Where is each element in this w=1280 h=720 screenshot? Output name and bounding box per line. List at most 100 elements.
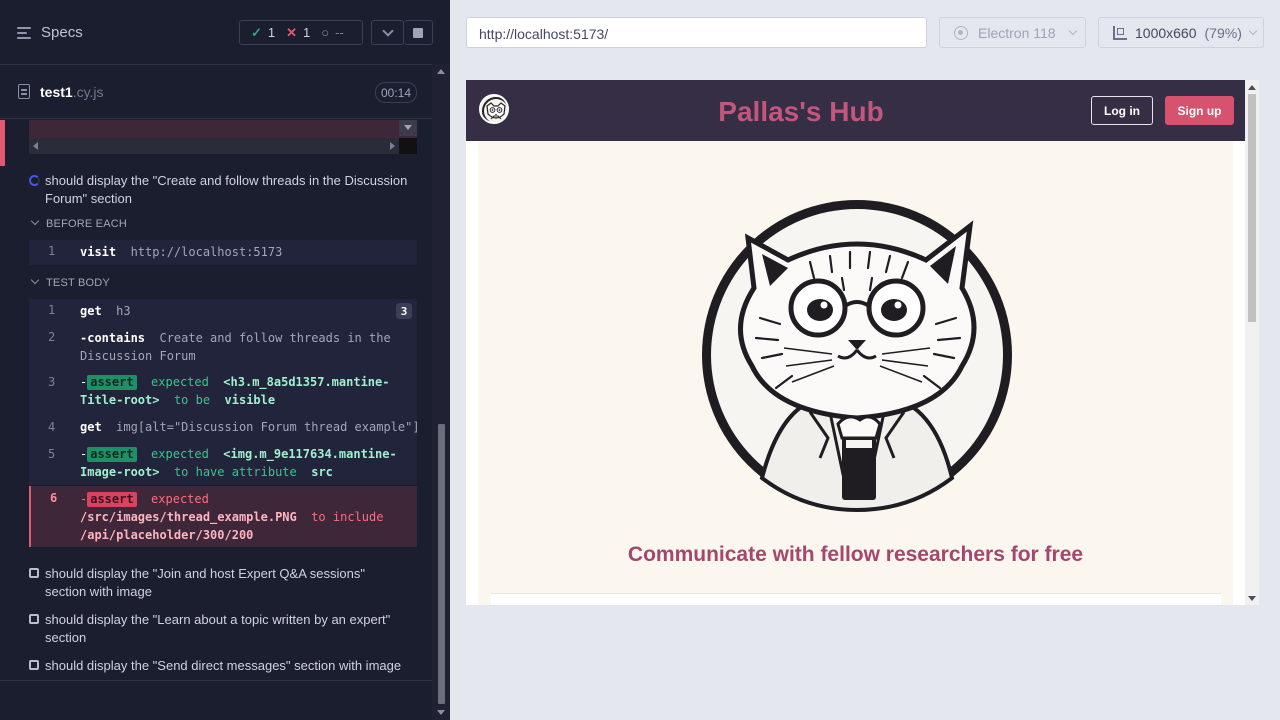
queued-icon bbox=[29, 660, 39, 670]
specs-toggle[interactable]: Specs bbox=[17, 24, 83, 41]
url-bar[interactable]: http://localhost:5173/ bbox=[466, 17, 927, 48]
passed-count: 1 bbox=[267, 25, 276, 40]
hook-label: BEFORE EACH bbox=[46, 218, 128, 230]
command-arg: Create and follow threads in the bbox=[159, 331, 391, 345]
queued-icon bbox=[29, 568, 39, 578]
assert-subject: <h3.m_8a5d1357.mantine- bbox=[223, 375, 390, 389]
pending-count: -- bbox=[335, 25, 344, 40]
file-name: test1 bbox=[40, 84, 73, 100]
scroll-up-arrow[interactable] bbox=[437, 69, 445, 74]
command-number: 3 bbox=[48, 375, 56, 389]
viewport-selector[interactable]: 1000x660 (79%) bbox=[1098, 17, 1264, 48]
running-spinner-icon bbox=[29, 175, 40, 186]
spec-file-name: test1.cy.js bbox=[40, 84, 104, 100]
passed-stat: ✓ 1 bbox=[251, 25, 275, 41]
scrollbar-thumb[interactable] bbox=[438, 424, 445, 704]
command-number: 5 bbox=[48, 447, 56, 461]
scroll-down-arrow[interactable] bbox=[437, 710, 445, 715]
element-count-badge: 3 bbox=[396, 303, 412, 319]
assert-value: visible bbox=[224, 393, 276, 407]
command-number: 6 bbox=[50, 491, 58, 505]
command-arg: http://localhost:5173 bbox=[130, 245, 283, 259]
dropdown-arrow[interactable] bbox=[399, 120, 417, 136]
command-name: get bbox=[80, 420, 102, 434]
browser-selector[interactable]: Electron 118 bbox=[939, 17, 1086, 48]
command-dash: - bbox=[80, 492, 88, 506]
test-item[interactable]: should display the "Send direct messages… bbox=[29, 657, 417, 675]
command-name: get bbox=[80, 304, 102, 318]
spec-file-header: test1.cy.js 00:14 bbox=[0, 65, 432, 119]
before-each-hook[interactable]: BEFORE EACH bbox=[30, 216, 128, 230]
app-scrollbar[interactable] bbox=[1245, 80, 1259, 605]
assert-subject-cont: Image-root> bbox=[80, 465, 160, 479]
failed-stat: ✕ 1 bbox=[286, 25, 310, 41]
signup-button[interactable]: Sign up bbox=[1165, 96, 1234, 125]
assert-value: /api/placeholder/300/200 bbox=[80, 528, 254, 542]
command-row[interactable]: 1 visit http://localhost:5173 bbox=[29, 240, 417, 265]
test-body-hook[interactable]: TEST BODY bbox=[30, 275, 110, 289]
specs-label: Specs bbox=[41, 24, 83, 41]
check-icon: ✓ bbox=[251, 24, 262, 40]
failed-indicator bbox=[0, 120, 5, 166]
scrollbar-thumb[interactable] bbox=[1248, 94, 1256, 322]
command-log-scrollbar[interactable] bbox=[432, 64, 450, 720]
command-log-content: Specs ✓ 1 ✕ 1 ○ -- test1.cy.js 00:14 sho… bbox=[0, 0, 433, 720]
command-name: visit bbox=[80, 245, 117, 259]
assert-word: expected bbox=[151, 447, 209, 461]
command-row[interactable]: 5 - assert expected <img.m_9e117634.manti… bbox=[29, 441, 417, 485]
document-icon bbox=[18, 84, 30, 99]
scroll-left-arrow[interactable] bbox=[33, 142, 38, 150]
queued-icon bbox=[29, 614, 39, 624]
scroll-down-arrow[interactable] bbox=[1248, 596, 1256, 601]
command-number: 1 bbox=[48, 303, 56, 317]
test-title: should display the "Join and host Expert… bbox=[45, 566, 365, 599]
command-arg-cont: Discussion Forum bbox=[80, 349, 196, 363]
viewport-size: 1000x660 bbox=[1135, 24, 1197, 41]
command-row[interactable]: 3 - assert expected <h3.m_8a5d1357.mantin… bbox=[29, 369, 417, 413]
x-icon: ✕ bbox=[286, 24, 298, 40]
assert-tag: assert bbox=[87, 375, 137, 390]
chevron-down-icon bbox=[30, 216, 40, 226]
scroll-up-arrow[interactable] bbox=[1248, 85, 1256, 90]
file-ext: .cy.js bbox=[72, 84, 104, 100]
command-number: 2 bbox=[48, 330, 56, 344]
app-header: Pallas's Hub Log in Sign up bbox=[466, 80, 1245, 141]
command-row[interactable]: 1 get h3 3 bbox=[29, 299, 417, 325]
pending-stat: ○ -- bbox=[321, 25, 344, 40]
command-arg: img[alt="Discussion Forum thread example… bbox=[116, 420, 420, 434]
test-item[interactable]: should display the "Learn about a topic … bbox=[29, 611, 417, 647]
chevron-down-icon bbox=[1248, 26, 1258, 36]
spinner-icon: ○ bbox=[321, 25, 330, 40]
scroll-corner bbox=[399, 138, 417, 154]
hook-label: TEST BODY bbox=[46, 277, 110, 289]
test-item[interactable]: should display the "Join and host Expert… bbox=[29, 565, 417, 601]
brand-title: Pallas's Hub bbox=[718, 96, 884, 127]
command-arg: h3 bbox=[116, 304, 131, 318]
stop-icon bbox=[413, 27, 423, 38]
assert-word: to be bbox=[173, 393, 211, 407]
command-row[interactable]: 4 get img[alt="Discussion Forum thread e… bbox=[29, 413, 420, 441]
assert-word: expected bbox=[151, 492, 209, 506]
electron-icon bbox=[954, 25, 968, 40]
assert-word: to have attribute bbox=[173, 465, 297, 479]
test-title: should display the "Send direct messages… bbox=[45, 658, 402, 673]
assert-word: expected bbox=[151, 375, 209, 389]
test-title: should display the "Learn about a topic … bbox=[45, 612, 391, 645]
assert-word: to include bbox=[311, 510, 384, 524]
horizontal-scrollbar[interactable] bbox=[29, 138, 399, 154]
code-frame bbox=[29, 120, 417, 154]
collapse-button[interactable] bbox=[371, 20, 404, 45]
chevron-down-icon bbox=[30, 275, 40, 285]
feature-card bbox=[491, 593, 1221, 605]
browser-name: Electron 118 bbox=[978, 24, 1056, 41]
stop-button[interactable] bbox=[404, 20, 433, 45]
duration-badge: 00:14 bbox=[375, 82, 417, 103]
login-button[interactable]: Log in bbox=[1091, 96, 1153, 125]
scroll-right-arrow[interactable] bbox=[390, 142, 395, 150]
command-number: 1 bbox=[48, 244, 56, 258]
test-item[interactable]: should display the "Create and follow th… bbox=[29, 172, 417, 208]
chevron-down-icon bbox=[381, 24, 394, 37]
failed-command-row[interactable]: 6 - assert expected/src/images/thread_exa… bbox=[29, 486, 417, 547]
command-row[interactable]: 2 -contains Create and follow threads in… bbox=[29, 325, 417, 369]
assert-value: src bbox=[311, 465, 333, 479]
